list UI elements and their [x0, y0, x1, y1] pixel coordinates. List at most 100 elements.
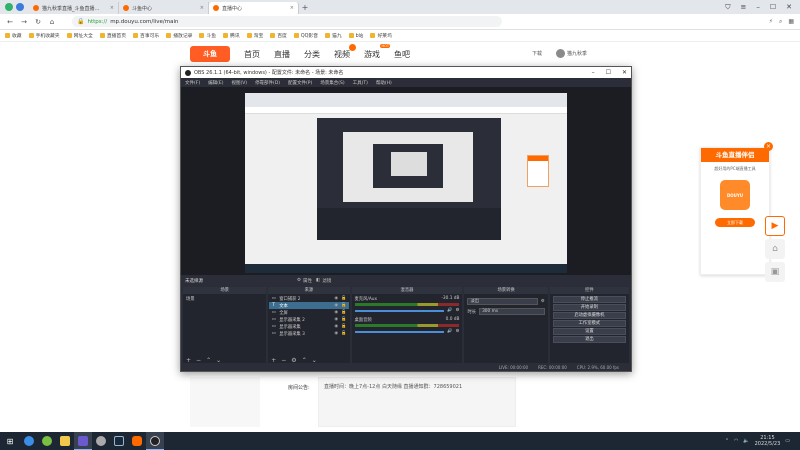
- source-item[interactable]: ▭ 显示器采集 ◉ 🔓: [269, 323, 348, 330]
- lock-icon[interactable]: 🔓: [341, 310, 346, 315]
- source-item[interactable]: T 文本 ◉ 🔓: [269, 302, 349, 309]
- volume-icon[interactable]: 🔈: [743, 438, 749, 444]
- bookmark-item[interactable]: 淘宝: [246, 32, 263, 39]
- clock[interactable]: 21:15 2022/5/23: [755, 435, 781, 447]
- forward-icon[interactable]: →: [20, 18, 28, 26]
- bookmark-item[interactable]: 百事可乐: [133, 32, 159, 39]
- eye-icon[interactable]: ◉: [334, 296, 338, 301]
- eye-icon[interactable]: ◉: [334, 303, 338, 308]
- source-item[interactable]: ▭ 显示器采集 2 ◉ 🔓: [269, 316, 348, 323]
- control-button[interactable]: 退出: [552, 336, 626, 343]
- douyu-logo[interactable]: 斗鱼: [190, 46, 230, 62]
- properties-button[interactable]: ⚙ 属性: [297, 278, 312, 284]
- maximize-icon[interactable]: ☐: [770, 3, 776, 12]
- eye-icon[interactable]: ◉: [334, 317, 338, 322]
- bookmark-item[interactable]: b站: [348, 32, 363, 39]
- obs-menu-item[interactable]: 视图(V): [231, 80, 247, 86]
- tab-0[interactable]: 猫九秋季直播_斗鱼直播… ×: [29, 2, 119, 14]
- minimize-icon[interactable]: –: [592, 69, 595, 76]
- cortana-icon[interactable]: [20, 432, 38, 450]
- douyu-task-icon[interactable]: [128, 432, 146, 450]
- filters-button[interactable]: ◧ 滤镜: [316, 278, 331, 284]
- lock-icon[interactable]: 🔓: [341, 324, 346, 329]
- tab-close-icon[interactable]: ×: [110, 5, 114, 11]
- app-side-icon[interactable]: ▣: [765, 262, 785, 282]
- bookmark-item[interactable]: 收藏: [5, 32, 22, 39]
- lightning-icon[interactable]: ⚡: [769, 18, 773, 26]
- bookmark-item[interactable]: 好莱坞: [370, 32, 392, 39]
- start-icon[interactable]: ⊞: [0, 432, 20, 450]
- bookmark-item[interactable]: 手机收藏夹: [28, 32, 60, 39]
- cloud-task-icon[interactable]: [92, 432, 110, 450]
- reload-icon[interactable]: ↻: [34, 18, 42, 26]
- new-tab-button[interactable]: +: [299, 3, 311, 12]
- obs-menu-item[interactable]: 文件(F): [185, 80, 200, 86]
- tab-2[interactable]: 直播中心 ×: [209, 2, 299, 14]
- home-side-icon[interactable]: ⌂: [765, 239, 785, 259]
- lock-icon[interactable]: 🔓: [341, 296, 346, 301]
- source-item[interactable]: ▭ 显示器采集 3 ◉ 🔓: [269, 330, 348, 337]
- bookmark-item[interactable]: 百度: [270, 32, 287, 39]
- gear-icon[interactable]: ⚙: [456, 308, 460, 313]
- shield-icon[interactable]: ⛉: [725, 3, 730, 12]
- bookmark-item[interactable]: 斗鱼: [199, 32, 216, 39]
- control-button[interactable]: 启动虚拟摄像机: [552, 312, 626, 319]
- maximize-icon[interactable]: ☐: [606, 69, 611, 76]
- control-button[interactable]: 工作室模式: [552, 320, 626, 327]
- duration-input[interactable]: 300 ms: [479, 308, 545, 315]
- back-icon[interactable]: ←: [6, 18, 14, 26]
- bookmark-item[interactable]: 网址大全: [66, 32, 93, 39]
- tab-close-icon[interactable]: ×: [200, 5, 204, 11]
- grid-icon[interactable]: ▦: [788, 18, 794, 26]
- search-icon[interactable]: ⌕: [779, 18, 782, 26]
- home-icon[interactable]: ⌂: [48, 18, 56, 26]
- close-icon[interactable]: ✕: [622, 69, 627, 76]
- explorer-task-icon[interactable]: [56, 432, 74, 450]
- browser-task-icon[interactable]: [38, 432, 56, 450]
- volume-slider[interactable]: [354, 330, 445, 333]
- wifi-icon[interactable]: ◠: [734, 438, 738, 444]
- promo-close-icon[interactable]: ×: [764, 142, 773, 151]
- obs-menu-item[interactable]: 配置文件(P): [288, 80, 312, 86]
- lock-icon[interactable]: 🔓: [341, 303, 346, 308]
- source-item[interactable]: ▭ 窗口捕获 2 ◉ 🔓: [269, 295, 348, 302]
- tray-arrow-icon[interactable]: ⌃: [725, 438, 729, 444]
- download-link[interactable]: 下载: [532, 50, 542, 57]
- browser-account-icon[interactable]: [16, 3, 24, 11]
- control-button[interactable]: 开始录制: [552, 304, 626, 311]
- eye-icon[interactable]: ◉: [334, 310, 338, 315]
- gear-icon[interactable]: ⚙: [541, 299, 545, 304]
- obs-menu-item[interactable]: 编辑(E): [208, 80, 223, 86]
- menu-icon[interactable]: ≡: [740, 3, 746, 12]
- nav-games[interactable]: 游戏 HOT: [364, 43, 390, 60]
- speaker-icon[interactable]: 🔊: [447, 308, 452, 313]
- promo-download-button[interactable]: 立即下载: [715, 218, 755, 227]
- obs-menu-item[interactable]: 场景集合(S): [320, 80, 344, 86]
- bookmark-item[interactable]: 直播首页: [99, 32, 126, 39]
- obs-menu-item[interactable]: 工具(T): [353, 80, 368, 86]
- steam-task-icon[interactable]: [110, 432, 128, 450]
- game-task-icon[interactable]: [74, 432, 92, 450]
- url-input[interactable]: 🔒 https://mp.douyu.com/live/main: [72, 16, 502, 27]
- lock-icon[interactable]: 🔓: [341, 317, 346, 322]
- minimize-icon[interactable]: –: [756, 3, 760, 12]
- notification-icon[interactable]: ▭: [785, 438, 790, 444]
- bookmark-item[interactable]: 腾讯: [223, 32, 240, 39]
- bookmark-item[interactable]: 播放记录: [166, 32, 192, 39]
- control-button[interactable]: 设置: [552, 328, 626, 335]
- obs-menu-item[interactable]: 帮助(H): [376, 80, 392, 86]
- speaker-icon[interactable]: 🔊: [447, 329, 452, 334]
- eye-icon[interactable]: ◉: [334, 331, 338, 336]
- volume-slider[interactable]: [354, 309, 445, 312]
- user-menu[interactable]: 猫九秋季: [556, 49, 587, 58]
- play-icon[interactable]: ▶: [765, 216, 785, 236]
- nav-live[interactable]: 直播: [274, 49, 290, 60]
- nav-home[interactable]: 首页: [244, 49, 260, 60]
- tab-close-icon[interactable]: ×: [290, 5, 294, 11]
- close-icon[interactable]: ✕: [786, 3, 792, 12]
- bookmark-item[interactable]: QQ影音: [293, 32, 318, 39]
- gear-icon[interactable]: ⚙: [456, 329, 460, 334]
- nav-category[interactable]: 分类: [304, 49, 320, 60]
- browser-logo-icon[interactable]: [5, 3, 13, 11]
- source-item[interactable]: ▭ 全屏 ◉ 🔓: [269, 309, 348, 316]
